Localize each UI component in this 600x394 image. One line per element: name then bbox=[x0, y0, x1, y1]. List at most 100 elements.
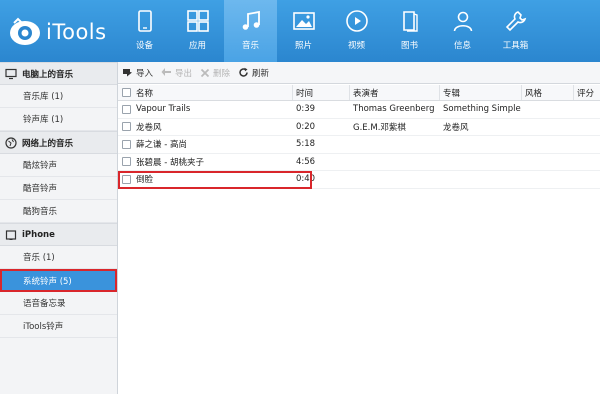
row-checkbox-cell bbox=[118, 119, 135, 136]
row-checkbox[interactable] bbox=[121, 139, 131, 149]
row-checkbox-cell bbox=[118, 171, 135, 188]
nav-label: 音乐 bbox=[241, 41, 259, 51]
cell-artist: Thomas Greenberg bbox=[353, 104, 435, 115]
cell-rating bbox=[574, 101, 600, 118]
cell-name: 龙卷风 bbox=[136, 122, 162, 133]
phone-icon bbox=[137, 10, 152, 32]
sidebar-section-computer-music: 电脑上的音乐 bbox=[0, 62, 117, 85]
cell-artist: G.E.M.邓紫棋 bbox=[353, 122, 406, 133]
import-button[interactable]: 导入 bbox=[122, 67, 153, 79]
cell-name: Vapour Trails bbox=[136, 104, 191, 115]
app-logo: iTools bbox=[8, 16, 107, 48]
apps-grid-icon bbox=[186, 10, 209, 32]
cell-album bbox=[440, 171, 522, 188]
cell-time: 0:39 bbox=[296, 104, 316, 115]
nav-label: 信息 bbox=[453, 41, 471, 51]
cell-album: Something Simple bbox=[443, 104, 521, 115]
column-header-artist[interactable]: 表演者 bbox=[350, 85, 440, 100]
sidebar-section-title: 电脑上的音乐 bbox=[22, 69, 74, 80]
export-label: 导出 bbox=[175, 68, 193, 79]
cell-time: 0:20 bbox=[296, 121, 316, 132]
cell-album bbox=[440, 154, 522, 171]
logo-text: iTools bbox=[46, 20, 107, 44]
nav-apps[interactable]: 应用 bbox=[171, 0, 224, 62]
cell-artist bbox=[350, 136, 440, 153]
globe-icon bbox=[5, 136, 17, 149]
sidebar-item-music-library[interactable]: 音乐库 (1) bbox=[0, 85, 117, 108]
cell-artist bbox=[350, 154, 440, 171]
cell-name: 张碧晨 - 胡桃夹子 bbox=[136, 157, 204, 168]
table-row[interactable]: 张碧晨 - 胡桃夹子 4:56 bbox=[118, 154, 600, 171]
photo-icon bbox=[292, 12, 315, 30]
cell-rating bbox=[574, 154, 600, 171]
table-row[interactable]: Vapour Trails 0:39 Thomas Greenberg Some… bbox=[118, 101, 600, 119]
cell-style bbox=[522, 101, 574, 118]
nav-music[interactable]: 音乐 bbox=[224, 0, 277, 62]
column-header-name[interactable]: 名称 bbox=[135, 85, 293, 100]
cell-style bbox=[522, 154, 574, 171]
sidebar-item-itools-ringtones[interactable]: iTools铃声 bbox=[0, 315, 117, 338]
sidebar-section-iphone: iPhone bbox=[0, 223, 117, 246]
monitor-icon bbox=[5, 68, 17, 79]
select-all-checkbox[interactable] bbox=[122, 88, 131, 97]
import-icon bbox=[123, 69, 132, 77]
cell-style bbox=[522, 171, 574, 188]
music-note-icon bbox=[242, 10, 260, 30]
sidebar-item-ringtone-library[interactable]: 铃声库 (1) bbox=[0, 108, 117, 131]
cell-time: 4:56 bbox=[296, 156, 316, 167]
sidebar-item-kugou-music[interactable]: 酷狗音乐 bbox=[0, 200, 117, 223]
cell-name: 薛之谦 - 高尚 bbox=[136, 140, 187, 151]
nav-label: 照片 bbox=[294, 41, 312, 51]
nav-toolbox[interactable]: 工具箱 bbox=[489, 0, 542, 62]
cell-rating bbox=[574, 171, 600, 188]
sidebar-section-online-music: 网络上的音乐 bbox=[0, 131, 117, 154]
sidebar-item-iphone-music[interactable]: 音乐 (1) bbox=[0, 246, 117, 269]
nav-label: 视频 bbox=[347, 41, 365, 51]
row-checkbox-cell bbox=[118, 101, 135, 118]
cell-time: 5:18 bbox=[296, 139, 316, 150]
cell-album bbox=[440, 136, 522, 153]
nav-label: 工具箱 bbox=[502, 41, 529, 51]
refresh-button[interactable]: 刷新 bbox=[238, 67, 269, 79]
table-row[interactable]: 薛之谦 - 高尚 5:18 bbox=[118, 136, 600, 154]
column-header-rating[interactable]: 评分 bbox=[574, 85, 600, 100]
cell-style bbox=[522, 136, 574, 153]
table-header: 名称 时间 表演者 专辑 风格 评分 bbox=[118, 85, 600, 101]
row-checkbox[interactable] bbox=[121, 104, 131, 114]
cell-artist bbox=[350, 171, 440, 188]
refresh-label: 刷新 bbox=[252, 68, 270, 79]
row-checkbox[interactable] bbox=[121, 157, 131, 167]
cell-rating bbox=[574, 119, 600, 136]
row-checkbox[interactable] bbox=[121, 174, 131, 184]
table-row-highlighted[interactable]: 倒脸 0:40 bbox=[118, 171, 600, 189]
column-header-time[interactable]: 时间 bbox=[293, 85, 350, 100]
column-header-style[interactable]: 风格 bbox=[522, 85, 574, 100]
nav-label: 设备 bbox=[135, 41, 153, 51]
delete-icon bbox=[200, 68, 210, 77]
cell-rating bbox=[574, 136, 600, 153]
export-icon bbox=[161, 68, 172, 76]
nav-photos[interactable]: 照片 bbox=[277, 0, 330, 62]
wrench-icon bbox=[505, 11, 526, 32]
cell-name: 倒脸 bbox=[136, 175, 154, 186]
nav-video[interactable]: 视频 bbox=[330, 0, 383, 62]
sidebar-item-system-ringtones[interactable]: 系统铃声 (5) bbox=[0, 269, 117, 292]
nav-info[interactable]: 信息 bbox=[436, 0, 489, 62]
cell-album: 龙卷风 bbox=[443, 122, 469, 133]
sidebar-item-cool-ringtones[interactable]: 酷炫铃声 bbox=[0, 154, 117, 177]
delete-button[interactable]: 删除 bbox=[200, 67, 230, 79]
nav-books[interactable]: 图书 bbox=[383, 0, 436, 62]
top-bar: iTools 设备 应用 音乐 照片 视频 图书 信息 工具箱 bbox=[0, 0, 600, 62]
nav-label: 应用 bbox=[188, 41, 206, 51]
nav-device[interactable]: 设备 bbox=[118, 0, 171, 62]
column-header-album[interactable]: 专辑 bbox=[440, 85, 522, 100]
import-label: 导入 bbox=[136, 68, 154, 79]
delete-label: 删除 bbox=[213, 68, 231, 79]
sidebar-item-kuyin-ringtones[interactable]: 酷音铃声 bbox=[0, 177, 117, 200]
export-button[interactable]: 导出 bbox=[161, 67, 192, 79]
sidebar-item-voice-memos[interactable]: 语音备忘录 bbox=[0, 292, 117, 315]
table-row[interactable]: 龙卷风 0:20 G.E.M.邓紫棋 龙卷风 bbox=[118, 119, 600, 136]
row-checkbox-cell bbox=[118, 136, 135, 153]
row-checkbox[interactable] bbox=[121, 122, 131, 132]
cell-time: 0:40 bbox=[296, 174, 316, 185]
